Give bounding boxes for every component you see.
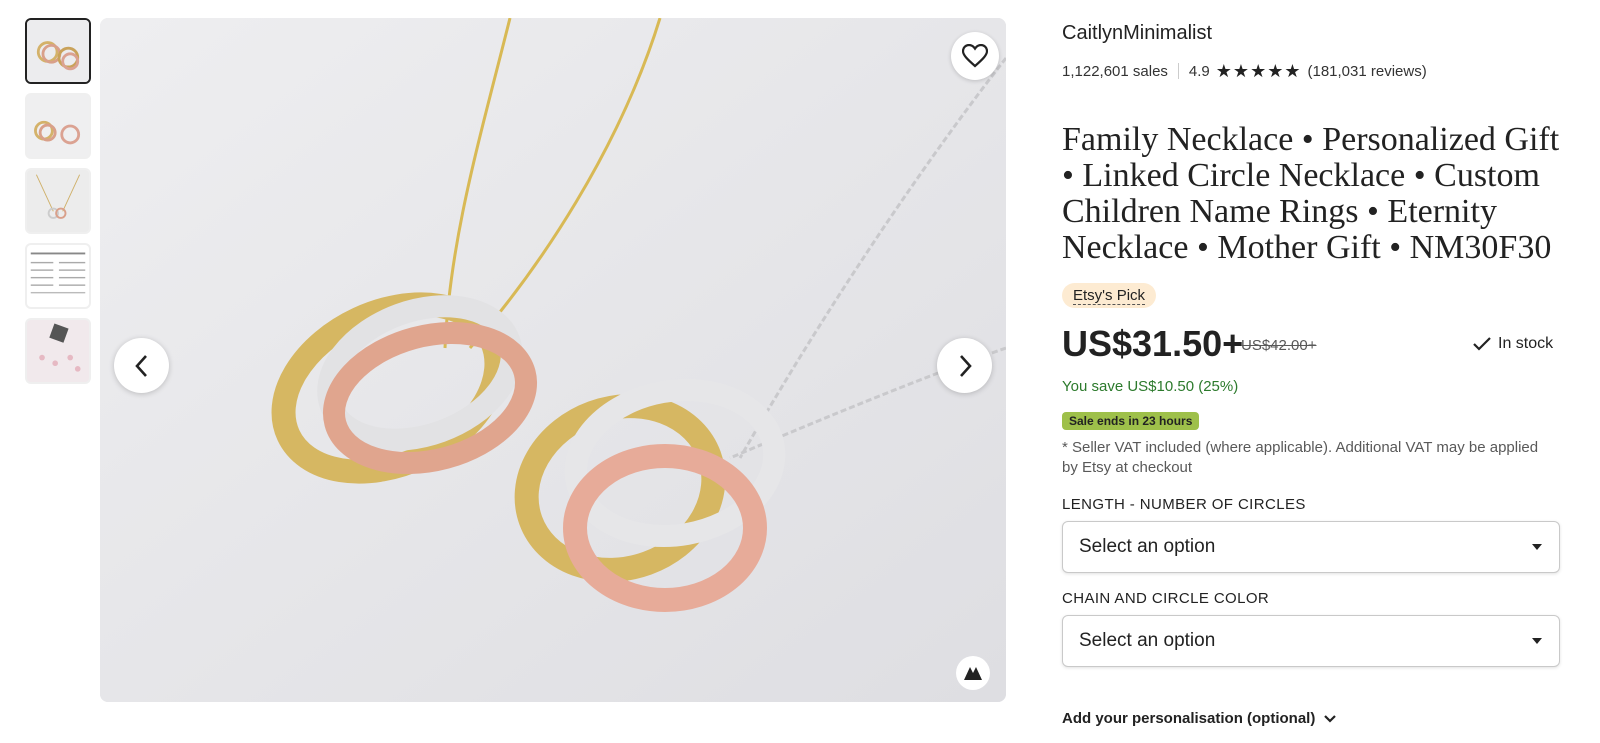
chevron-left-icon [134,354,147,377]
thumbnail-font-chart[interactable] [25,243,91,309]
personalisation-label: Add your personalisation (optional) [1062,710,1316,727]
personalisation-toggle[interactable]: Add your personalisation (optional) [1062,710,1337,727]
rating-value: 4.9 [1188,62,1210,80]
star-icon: ★ [1232,61,1250,81]
star-icon: ★ [1215,61,1232,81]
color-select[interactable]: Select an option [1062,615,1560,667]
next-image-button[interactable] [937,338,992,393]
star-icon: ★ [1284,61,1301,81]
thumbnail-strip [25,18,95,393]
length-select[interactable]: Select an option [1062,521,1560,573]
main-product-image [100,18,1006,702]
star-icon: ★ [1250,61,1267,81]
necklace-photo [100,18,1006,702]
length-select-value: Select an option [1079,536,1216,557]
shop-stats: 1,122,601 sales 4.9 ★ ★ ★ ★ ★ (181,031 r… [1062,62,1427,80]
star-icon: ★ [1267,61,1284,81]
thumbnail-necklace-on-white[interactable] [25,168,91,234]
savings-text: You save US$10.50 (25%) [1062,378,1239,395]
sale-badge: Sale ends in 23 hours [1062,412,1200,430]
previous-image-button[interactable] [114,338,169,393]
etsys-pick-badge[interactable]: Etsy's Pick [1062,283,1157,308]
chevron-right-icon [959,354,972,377]
color-option-label: CHAIN AND CIRCLE COLOR [1062,590,1270,607]
heart-icon [962,44,988,68]
caret-down-icon [1532,638,1542,644]
product-title: Family Necklace • Personalized Gift • Li… [1062,121,1560,266]
pick-label: Etsy's Pick [1073,287,1146,305]
thumbnail-gift-box[interactable] [25,318,91,384]
favorite-button[interactable] [951,32,999,80]
thumbnail-two-necklaces[interactable] [25,93,91,159]
length-option-label: LENGTH - NUMBER OF CIRCLES [1062,496,1306,513]
sales-count: 1,122,601 sales [1062,62,1168,80]
checkmark-icon [1473,337,1491,351]
zoom-logo-button[interactable] [956,656,990,690]
color-select-value: Select an option [1079,630,1216,651]
divider [1177,63,1179,79]
shop-name-link[interactable]: CaitlynMinimalist [1062,22,1212,45]
logo-icon [964,667,982,680]
vat-note: * Seller VAT included (where applicable)… [1062,439,1539,476]
chevron-down-icon [1324,714,1337,723]
thumbnail-rings-closeup[interactable] [25,18,91,84]
original-price: US$42.00+ [1241,337,1317,354]
review-count-link[interactable]: (181,031 reviews) [1307,63,1426,80]
current-price: US$31.50+ [1062,323,1244,364]
caret-down-icon [1532,544,1542,550]
stock-label: In stock [1498,335,1554,352]
rating-stars[interactable]: ★ ★ ★ ★ ★ [1216,62,1302,80]
stock-status: In stock [1472,335,1553,353]
